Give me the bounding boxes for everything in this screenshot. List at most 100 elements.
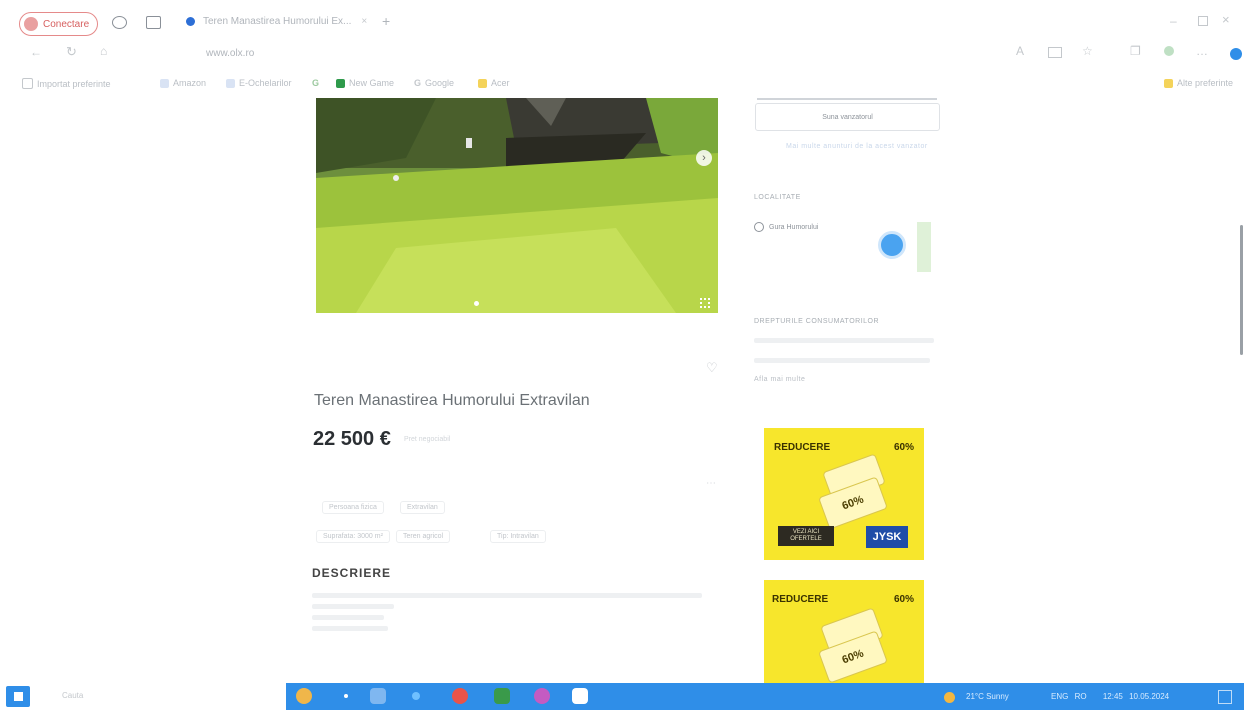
scrollbar-thumb[interactable] <box>1240 225 1243 355</box>
game-icon <box>336 78 345 88</box>
next-photo-icon[interactable]: › <box>696 150 712 166</box>
favorite-icon[interactable]: ☆ <box>1082 44 1093 58</box>
task-view-icon[interactable] <box>344 694 348 698</box>
location-row: Gura Humorului <box>754 222 818 232</box>
ad-cta-button[interactable]: VEZI AICI OFERTELE <box>778 526 834 546</box>
close-tab-icon[interactable]: × <box>361 16 367 27</box>
more-menu-icon[interactable]: … <box>1196 44 1208 58</box>
ad-percent: 60% <box>893 442 914 453</box>
location-pin-icon <box>754 222 764 232</box>
system-tray[interactable]: 21°C Sunny ENG RO 12:45 10.05.2024 <box>966 692 1169 701</box>
fullscreen-icon[interactable] <box>700 298 710 308</box>
copilot-icon[interactable] <box>1230 48 1242 60</box>
profile-label: Conectare <box>43 18 90 30</box>
divider <box>757 98 937 100</box>
clock-date: 10.05.2024 <box>1129 692 1170 701</box>
folder-icon <box>478 78 487 88</box>
location-heading: LOCALITATE <box>754 194 801 201</box>
windows-icon <box>13 692 23 701</box>
chrome-icon[interactable] <box>452 688 468 704</box>
edge-icon[interactable] <box>412 692 420 700</box>
bookmark-label: Google <box>425 78 455 88</box>
refresh-icon[interactable]: ↻ <box>66 44 77 60</box>
bookmark-label: New Game <box>349 78 395 88</box>
bookmarks-bar: Importat preferinte Amazon E-Ochelarilor… <box>0 72 1244 96</box>
tag-chip: Extravilan <box>400 501 445 514</box>
tag-chip: Tip: Intravilan <box>490 530 546 543</box>
call-seller-button[interactable]: Suna vanzatorul <box>755 103 940 131</box>
ad-percent: 60% <box>893 594 914 605</box>
site-icon <box>226 78 235 88</box>
tab-title: Teren Manastirea Humorului Ex... <box>203 16 352 27</box>
bookmark-imported[interactable]: Importat preferinte <box>22 78 111 89</box>
more-options-icon[interactable]: ⋯ <box>706 478 716 489</box>
bookmark-ochelari[interactable]: E-Ochelarilor <box>226 78 292 88</box>
tag-chip: Persoana fizica <box>322 501 384 514</box>
see-more-link[interactable]: Afla mai multe <box>754 376 805 383</box>
language-indicator: ENG <box>1051 692 1069 701</box>
paint-icon[interactable] <box>534 688 550 704</box>
listing-title: Teren Manastirea Humorului Extravilan <box>314 392 590 409</box>
call-seller-label: Suna vanzatorul <box>822 113 873 121</box>
location-value: Gura Humorului <box>769 223 819 231</box>
description-line <box>312 593 702 598</box>
taskbar-search[interactable]: Cauta <box>62 691 83 700</box>
profile-button[interactable]: Conectare <box>19 12 99 36</box>
tab-actions-icon[interactable] <box>146 16 161 29</box>
bookmark-new-game[interactable]: New Game <box>336 78 394 88</box>
ad-label: REDUCERE <box>774 442 831 453</box>
bookmark-label: Alte preferinte <box>1177 78 1234 88</box>
collections-icon[interactable] <box>112 16 127 29</box>
back-icon[interactable]: ← <box>30 45 42 59</box>
notepad-icon[interactable] <box>572 688 588 704</box>
advertisement-banner[interactable]: REDUCERE 60% 60% <box>764 580 924 684</box>
bookmark-label: Amazon <box>173 78 207 88</box>
heart-icon[interactable]: ♡ <box>706 360 718 376</box>
amazon-icon <box>160 78 169 88</box>
address-input[interactable]: www.olx.ro <box>206 48 254 59</box>
map-location-marker[interactable] <box>878 231 906 259</box>
weather-icon[interactable] <box>944 692 955 703</box>
read-aloud-icon[interactable]: A <box>1016 44 1024 58</box>
firefox-icon[interactable] <box>296 688 312 704</box>
ad-card-percent: 60% <box>840 493 866 513</box>
notifications-icon[interactable] <box>1218 690 1232 704</box>
extension-icon[interactable] <box>1164 46 1174 56</box>
profile-icon <box>24 17 38 31</box>
file-explorer-icon[interactable] <box>370 688 386 704</box>
bookmark-google[interactable]: G Google <box>414 78 454 88</box>
photo-indicator-dot[interactable] <box>474 301 479 306</box>
consumer-text-line <box>754 358 930 363</box>
map-preview[interactable] <box>917 222 931 272</box>
bookmark-amazon[interactable]: Amazon <box>160 78 206 88</box>
maximize-icon[interactable] <box>1198 16 1208 26</box>
site-favicon-icon <box>186 17 195 26</box>
bookmark-label: Importat preferinte <box>37 78 111 89</box>
weather-text: 21°C Sunny <box>966 692 1009 701</box>
tag-chip: Teren agricol <box>396 530 451 543</box>
google-icon: G <box>414 78 422 88</box>
region-indicator: RO <box>1074 692 1087 701</box>
home-icon[interactable]: ⌂ <box>100 44 107 58</box>
folder-icon <box>22 78 33 89</box>
bookmark-other-favorites[interactable]: Alte preferinte <box>1164 78 1233 88</box>
clock-time: 12:45 <box>1102 692 1123 701</box>
listing-photo[interactable]: › <box>316 98 718 313</box>
description-heading: DESCRIERE <box>312 566 392 580</box>
browser-tab-active[interactable]: Teren Manastirea Humorului Ex... × <box>186 16 367 27</box>
price-note: Pret negociabil <box>404 436 451 443</box>
new-tab-icon[interactable]: + <box>382 13 390 29</box>
minimize-icon[interactable]: – <box>1170 14 1177 28</box>
collections-toolbar-icon[interactable]: ❐ <box>1130 44 1141 58</box>
start-button[interactable] <box>6 686 30 707</box>
bookmark-acer[interactable]: Acer <box>478 78 510 88</box>
close-window-icon[interactable]: × <box>1222 12 1230 27</box>
consumer-rights-heading: DREPTURILE CONSUMATORILOR <box>754 318 880 325</box>
bookmark-g[interactable]: G <box>312 78 319 88</box>
split-screen-icon[interactable] <box>1048 47 1062 58</box>
photo-image <box>316 98 718 313</box>
description-line <box>312 626 388 631</box>
app-icon[interactable] <box>494 688 510 704</box>
google-icon: G <box>312 78 320 88</box>
seller-link[interactable]: Mai multe anunturi de la acest vanzator <box>786 143 928 150</box>
